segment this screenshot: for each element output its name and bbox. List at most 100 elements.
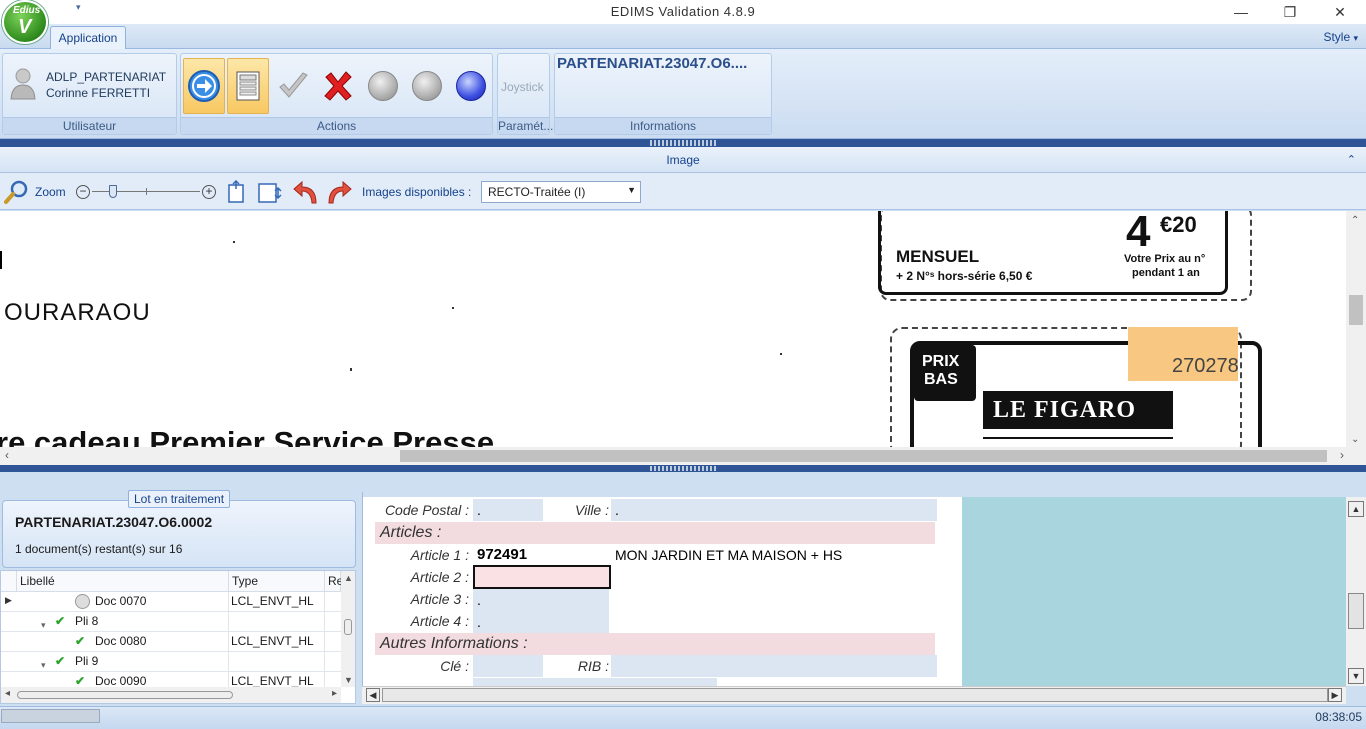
grid-header-type[interactable]: Type xyxy=(229,571,325,592)
row-label: Pli 9 xyxy=(75,654,99,668)
grey-circle-icon xyxy=(412,71,442,101)
grey-circle-icon xyxy=(368,71,398,101)
article4-field[interactable]: . xyxy=(473,611,609,633)
scan-mark xyxy=(0,251,2,269)
checkmark-icon xyxy=(279,72,308,98)
code-postal-field[interactable]: . xyxy=(473,499,543,521)
form-button[interactable] xyxy=(227,58,269,114)
article4-label: Article 4 : xyxy=(410,613,469,629)
grid-header-indicator xyxy=(1,571,17,592)
cle-field[interactable] xyxy=(473,655,543,677)
lot-legend: Lot en traitement xyxy=(128,490,231,508)
prix-bas-badge: PRIX BAS xyxy=(914,345,976,401)
image-form-splitter[interactable] xyxy=(0,465,1366,472)
offer-note-2: pendant 1 an xyxy=(1132,267,1200,279)
section-autres-informations: Autres Informations : xyxy=(375,633,935,655)
offer-price-dec: €20 xyxy=(1160,212,1197,237)
collapse-up-icon[interactable]: ⌃ xyxy=(1347,153,1356,166)
logo-text-main: V xyxy=(18,16,32,38)
article3-field[interactable]: . xyxy=(473,589,609,611)
zoom-slider-thumb xyxy=(109,185,117,198)
form-horizontal-scrollbar[interactable]: ◀ ▶ xyxy=(362,686,1346,704)
rib-label: RIB : xyxy=(577,658,609,674)
lot-remaining: 1 document(s) restant(s) sur 16 xyxy=(15,542,183,556)
pending-icon xyxy=(75,594,90,609)
form-vertical-scrollbar[interactable]: ▲ ▼ xyxy=(1346,497,1366,686)
joystick-button[interactable]: Joystick xyxy=(501,80,544,94)
offer-mensuel: MENSUEL xyxy=(896,247,980,266)
group-label-info: Informations xyxy=(555,117,771,134)
section-articles: Articles : xyxy=(375,522,935,544)
ville-label: Ville : xyxy=(575,502,609,518)
form-icon xyxy=(236,71,260,101)
next-button[interactable] xyxy=(183,58,225,114)
bas-text: BAS xyxy=(924,371,958,388)
zoom-slider[interactable]: − + xyxy=(76,184,218,200)
status-button-1[interactable] xyxy=(362,58,404,114)
offer-price-int: 4 xyxy=(1126,211,1151,256)
rib-field[interactable] xyxy=(611,655,937,677)
lot-title: PARTENARIAT.23047.O6.0002 xyxy=(15,514,213,530)
fit-width-icon[interactable] xyxy=(257,180,285,207)
prix-text: PRIX xyxy=(922,353,960,370)
grid-header-re[interactable]: Re xyxy=(325,571,343,592)
user-name: Corinne FERRETTI xyxy=(46,86,151,100)
current-row-icon: ▶ xyxy=(5,595,12,605)
row-type: LCL_ENVT_HL xyxy=(229,632,325,652)
table-row[interactable]: ▾ ✔ Pli 9 xyxy=(1,652,341,672)
offer-note-1: Votre Prix au n° xyxy=(1124,253,1206,265)
tab-application[interactable]: Application xyxy=(50,26,126,50)
ribbon-splitter[interactable] xyxy=(0,139,1366,147)
reject-button[interactable] xyxy=(317,58,359,114)
zoom-in-icon: + xyxy=(202,185,216,199)
article1-description: MON JARDIN ET MA MAISON + HS xyxy=(611,544,937,566)
blue-circle-icon xyxy=(456,71,486,101)
status-button-2[interactable] xyxy=(406,58,448,114)
grid-header-libelle[interactable]: Libellé xyxy=(17,571,229,592)
app-logo[interactable]: Edius V xyxy=(2,0,48,44)
image-horizontal-scrollbar[interactable]: ‹ › xyxy=(0,447,1366,465)
next-row-field[interactable] xyxy=(473,678,717,686)
status-bar xyxy=(0,706,1366,729)
article2-field[interactable] xyxy=(473,565,611,589)
rotate-right-icon[interactable] xyxy=(325,179,353,208)
images-available-label: Images disponibles : xyxy=(362,185,472,199)
group-label-user: Utilisateur xyxy=(3,117,176,134)
close-button[interactable]: ✕ xyxy=(1317,2,1363,22)
data-entry-form: Code Postal : . Ville : . Articles : Art… xyxy=(362,492,962,686)
validate-button[interactable] xyxy=(272,58,314,114)
grid-horizontal-scrollbar[interactable]: ◂ ▸ xyxy=(1,687,341,703)
minimize-button[interactable]: — xyxy=(1218,2,1264,22)
table-row[interactable]: ▶ Doc 0070 LCL_ENVT_HL xyxy=(1,592,341,612)
form-side-panel xyxy=(962,497,1346,686)
cle-label: Clé : xyxy=(440,658,469,674)
window-title: EDIMS Validation 4.8.9 xyxy=(610,4,756,19)
grid-vertical-scrollbar[interactable]: ▲ ▼ xyxy=(341,571,355,687)
maximize-button[interactable]: ❐ xyxy=(1267,2,1313,22)
rotate-left-icon[interactable] xyxy=(292,179,320,208)
table-row[interactable]: ▾ ✔ Pli 8 xyxy=(1,612,341,632)
style-menu[interactable]: Style ▾ xyxy=(1323,30,1358,44)
ribbon-group-params: Paramét... xyxy=(497,53,553,135)
article1-code-field[interactable]: 972491 xyxy=(473,544,609,566)
zoom-label: Zoom xyxy=(35,185,66,199)
arrow-right-icon xyxy=(188,70,220,102)
row-type xyxy=(229,612,325,632)
zoom-out-icon: − xyxy=(76,185,90,199)
magnifier-icon[interactable] xyxy=(4,180,30,207)
fit-height-icon[interactable] xyxy=(226,179,248,207)
table-row[interactable]: ✔ Doc 0080 LCL_ENVT_HL xyxy=(1,632,341,652)
row-label: Doc 0080 xyxy=(95,634,147,648)
article1-label: Article 1 : xyxy=(410,547,469,563)
ville-field[interactable]: . xyxy=(611,499,937,521)
status-button-3[interactable] xyxy=(450,58,492,114)
check-icon: ✔ xyxy=(55,614,66,628)
status-progress xyxy=(1,709,100,723)
group-label-actions: Actions xyxy=(181,117,492,134)
user-login: ADLP_PARTENARIAT xyxy=(46,70,167,84)
scanned-image-viewer[interactable]: OURARAOU re cadeau Premier Service Press… xyxy=(0,211,1346,447)
images-select[interactable]: RECTO-Traitée (I) ▼ xyxy=(481,181,641,203)
chevron-down-icon: ▾ xyxy=(1353,33,1358,43)
image-vertical-scrollbar[interactable]: ⌃ ⌄ xyxy=(1346,211,1366,447)
check-icon: ✔ xyxy=(75,634,86,648)
